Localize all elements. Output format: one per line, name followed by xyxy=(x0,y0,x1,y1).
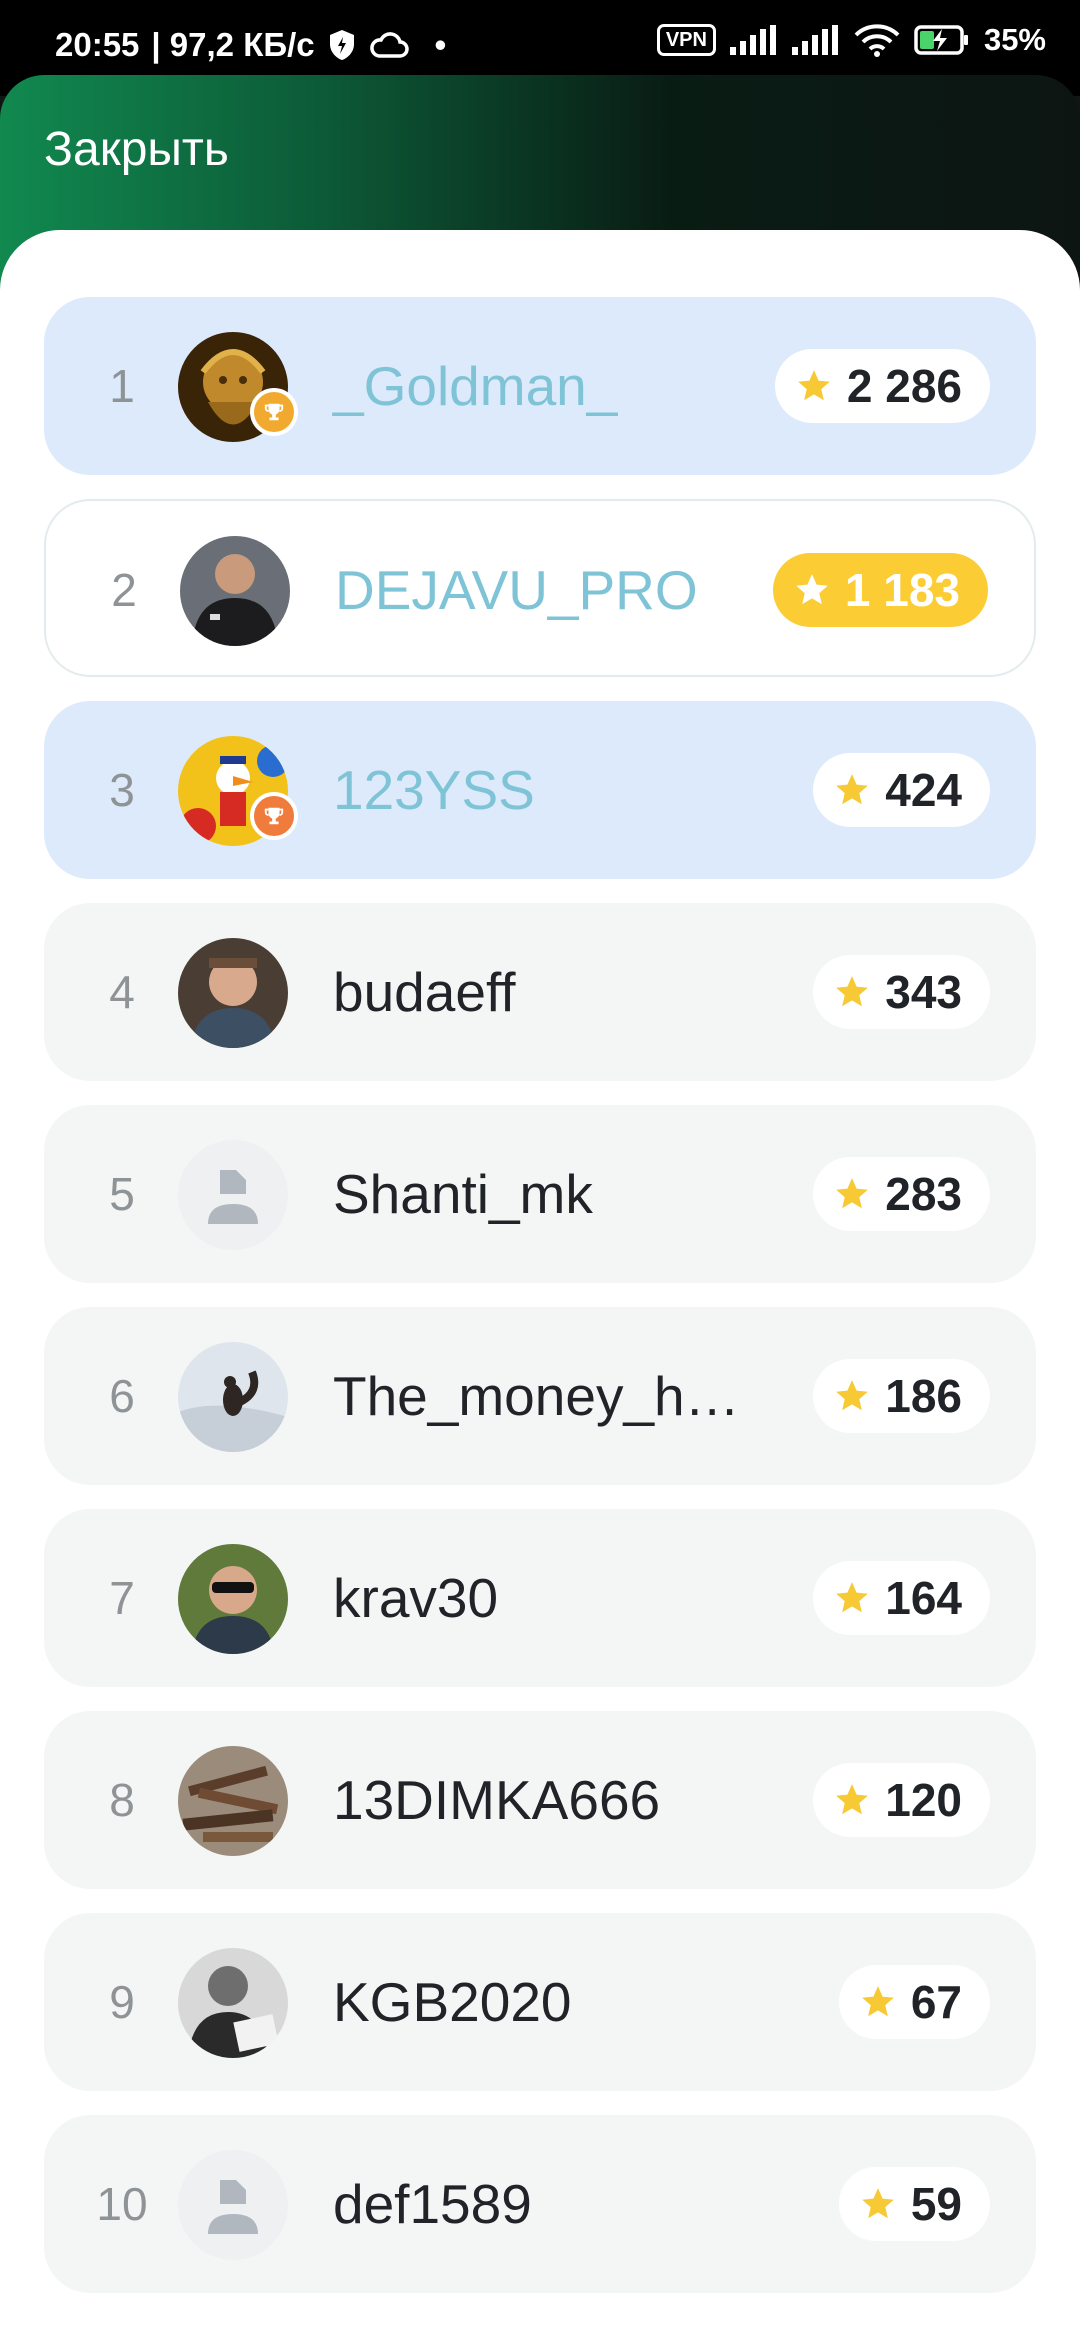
status-bar-left: 20:55 | 97,2 КБ/с • xyxy=(55,26,446,64)
user-name: budaeff xyxy=(333,961,516,1023)
leaderboard-row[interactable]: 9 KGB2020 67 xyxy=(44,1913,1036,2091)
rank-number: 10 xyxy=(96,2178,148,2230)
close-button[interactable]: Закрыть xyxy=(44,122,229,177)
score-value: 283 xyxy=(885,1168,962,1220)
score-badge: 343 xyxy=(813,955,990,1029)
avatar[interactable] xyxy=(178,1342,288,1452)
avatar[interactable] xyxy=(180,536,290,646)
rank-number: 9 xyxy=(109,1976,135,2028)
star-icon xyxy=(859,2185,897,2223)
leaderboard-row[interactable]: 10 def1589 59 xyxy=(44,2115,1036,2293)
user-name: DEJAVU_PRO xyxy=(335,559,698,621)
score-value: 2 286 xyxy=(846,360,962,412)
leaderboard-sheet: 1 _Goldman_ 2 286 2 DEJAVU_PRO 1 183 3 123YSS 42… xyxy=(0,230,1080,2340)
avatar[interactable] xyxy=(178,332,298,442)
avatar[interactable] xyxy=(178,2150,288,2260)
user-name: 13DIMKA666 xyxy=(333,1769,661,1831)
rank-number: 7 xyxy=(109,1572,135,1624)
avatar-image xyxy=(178,2150,288,2260)
star-icon xyxy=(833,1175,871,1213)
star-icon xyxy=(833,1377,871,1415)
cloud-icon xyxy=(369,32,409,58)
score-badge: 424 xyxy=(813,753,990,827)
leaderboard-row[interactable]: 8 13DIMKA666 120 xyxy=(44,1711,1036,1889)
leaderboard-row[interactable]: 2 DEJAVU_PRO 1 183 xyxy=(44,499,1036,677)
avatar[interactable] xyxy=(178,1948,288,2058)
leaderboard-row[interactable]: 3 123YSS 424 xyxy=(44,701,1036,879)
avatar-image xyxy=(178,1746,288,1856)
rank-number: 2 xyxy=(111,564,137,616)
score-badge: 1 183 xyxy=(772,553,988,627)
user-name: _Goldman_ xyxy=(333,355,618,417)
avatar[interactable] xyxy=(178,1746,288,1856)
score-badge: 164 xyxy=(813,1561,990,1635)
avatar-image xyxy=(178,1140,288,1250)
vpn-badge: VPN xyxy=(656,24,716,56)
star-icon xyxy=(795,367,833,405)
score-value: 164 xyxy=(885,1572,962,1624)
rank-number: 6 xyxy=(109,1370,135,1422)
star-icon xyxy=(833,1579,871,1617)
avatar[interactable] xyxy=(178,736,298,846)
avatar-image xyxy=(178,1342,288,1452)
star-icon xyxy=(833,973,871,1011)
leaderboard-row[interactable]: 5 Shanti_mk 283 xyxy=(44,1105,1036,1283)
leaderboard-row[interactable]: 4 budaeff 343 xyxy=(44,903,1036,1081)
shield-icon xyxy=(329,30,354,60)
score-value: 424 xyxy=(885,764,962,816)
avatar[interactable] xyxy=(178,1140,288,1250)
score-value: 343 xyxy=(885,966,962,1018)
wifi-icon xyxy=(854,24,900,57)
score-value: 186 xyxy=(885,1370,962,1422)
score-badge: 120 xyxy=(813,1763,990,1837)
user-name: krav30 xyxy=(333,1567,499,1629)
avatar-image xyxy=(178,1948,288,2058)
star-icon xyxy=(859,1983,897,2021)
avatar[interactable] xyxy=(178,1544,288,1654)
user-name: def1589 xyxy=(333,2173,532,2235)
network-speed: | 97,2 КБ/с xyxy=(151,26,315,63)
trophy-icon xyxy=(250,792,298,840)
leaderboard-row[interactable]: 1 _Goldman_ 2 286 xyxy=(44,297,1036,475)
score-badge: 283 xyxy=(813,1157,990,1231)
score-badge: 59 xyxy=(838,2167,990,2241)
score-badge: 186 xyxy=(813,1359,990,1433)
leaderboard-list: 1 _Goldman_ 2 286 2 DEJAVU_PRO 1 183 3 123YSS 42… xyxy=(44,297,1036,2317)
rank-number: 1 xyxy=(109,360,135,412)
avatar-image xyxy=(180,536,290,646)
user-name: The_money_h… xyxy=(333,1365,740,1427)
trophy-icon xyxy=(250,388,298,436)
rank-number: 4 xyxy=(109,966,135,1018)
avatar-image xyxy=(178,938,288,1048)
signal-icon-2 xyxy=(791,25,838,55)
user-name: Shanti_mk xyxy=(333,1163,593,1225)
rank-number: 3 xyxy=(109,764,135,816)
score-badge: 67 xyxy=(838,1965,990,2039)
leaderboard-row[interactable]: 6 The_money_h… 186 xyxy=(44,1307,1036,1485)
user-name: KGB2020 xyxy=(333,1971,572,2033)
star-icon xyxy=(833,1781,871,1819)
leaderboard-row[interactable]: 7 krav30 164 xyxy=(44,1509,1036,1687)
star-icon xyxy=(793,571,831,609)
rank-number: 5 xyxy=(109,1168,135,1220)
star-icon xyxy=(833,771,871,809)
clock: 20:55 xyxy=(55,26,140,63)
score-badge: 2 286 xyxy=(774,349,990,423)
notification-dot: • xyxy=(434,26,447,63)
user-name: 123YSS xyxy=(333,759,535,821)
battery-charging-icon xyxy=(914,25,968,55)
score-value: 1 183 xyxy=(844,564,960,616)
status-bar-right: VPN 35% xyxy=(656,22,1046,58)
score-value: 67 xyxy=(910,1976,962,2028)
avatar-image xyxy=(178,1544,288,1654)
signal-icon xyxy=(729,25,776,55)
score-value: 59 xyxy=(910,2178,962,2230)
battery-percent: 35% xyxy=(983,22,1046,57)
rank-number: 8 xyxy=(109,1774,135,1826)
avatar[interactable] xyxy=(178,938,288,1048)
score-value: 120 xyxy=(885,1774,962,1826)
